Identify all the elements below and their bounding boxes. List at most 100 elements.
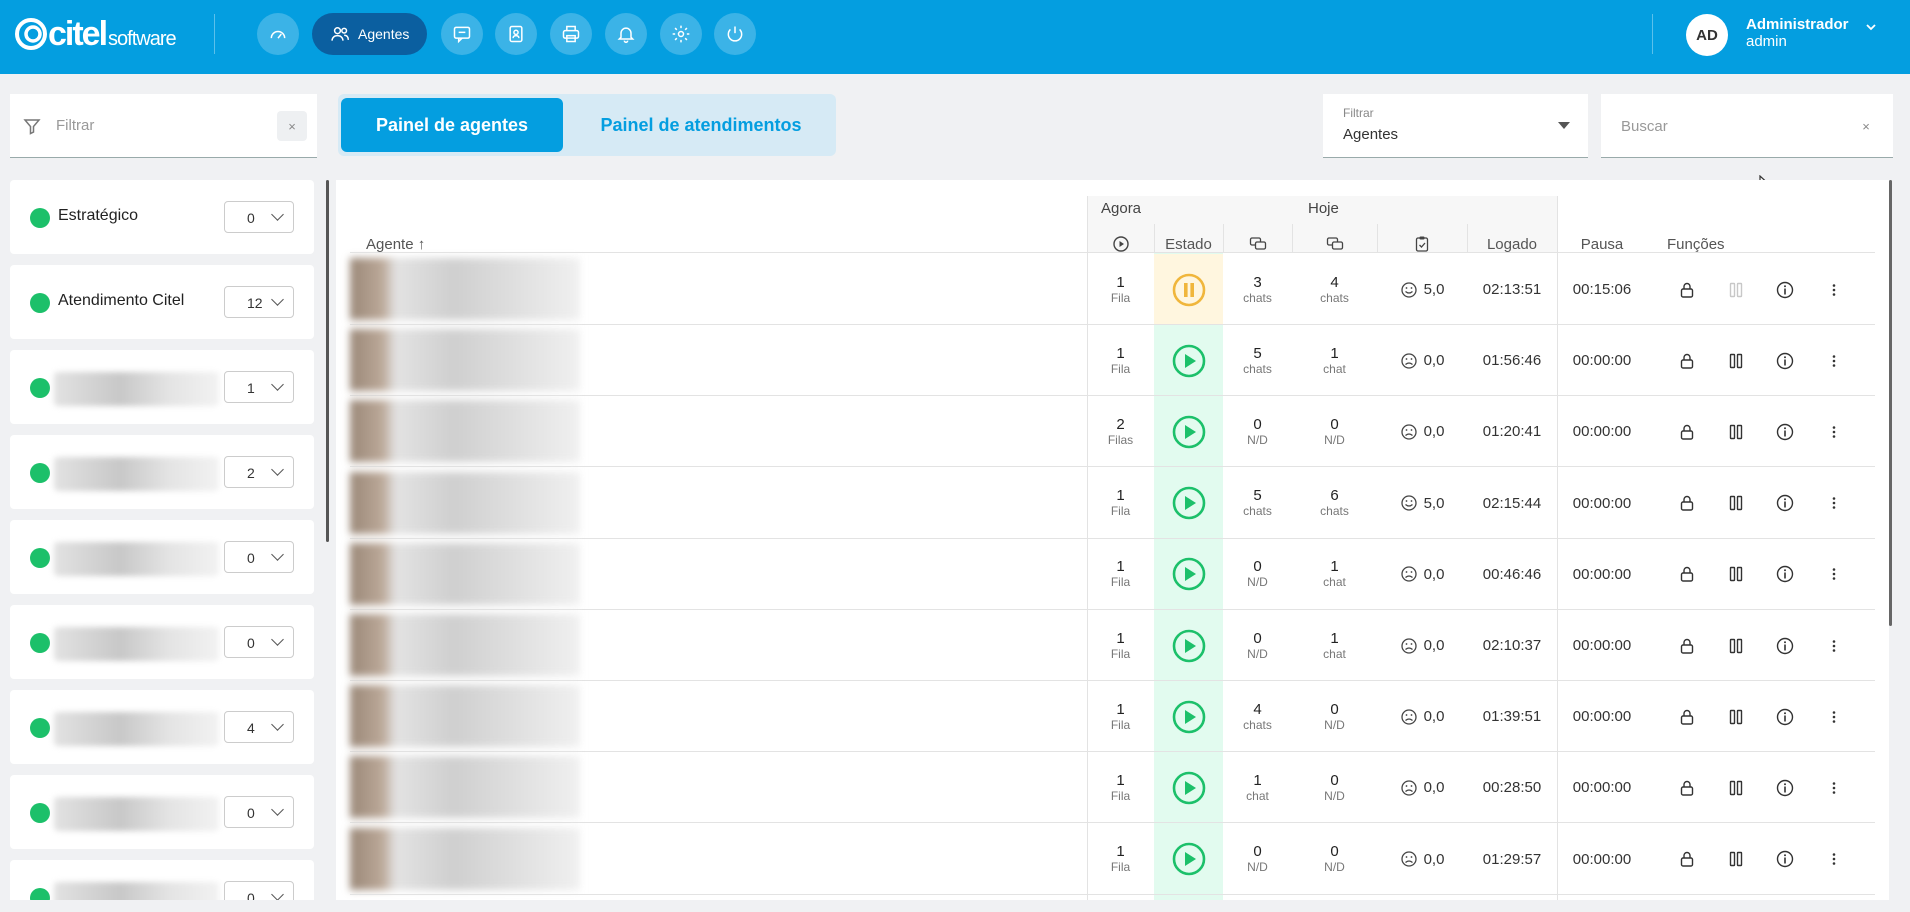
queue-count-select[interactable]: 0 — [224, 626, 294, 658]
column-header-chats-today[interactable] — [1292, 232, 1377, 256]
agent-info-button[interactable] — [1765, 539, 1805, 610]
queue-count-select[interactable]: 0 — [224, 881, 294, 900]
state-button[interactable] — [1154, 468, 1223, 539]
queue-count-select[interactable]: 0 — [224, 541, 294, 573]
nav-notifications-button[interactable] — [605, 13, 647, 55]
queue-count-select[interactable]: 0 — [224, 201, 294, 233]
table-scrollbar[interactable] — [1889, 180, 1892, 626]
tab-agents-panel[interactable]: Painel de agentes — [341, 98, 563, 152]
agent-more-button[interactable] — [1814, 325, 1854, 396]
queue-count-select[interactable]: 0 — [224, 796, 294, 828]
queue-card[interactable]: 0 — [10, 775, 314, 849]
table-row[interactable]: 1 Fila 5 chats 6 chats 5,0 02:15:44 00:00:00 — [336, 468, 1889, 539]
pause-agent-button[interactable] — [1716, 539, 1756, 610]
state-button[interactable] — [1154, 824, 1223, 895]
user-name[interactable]: Administrador — [1746, 16, 1849, 33]
pause-agent-button[interactable] — [1716, 752, 1756, 823]
agent-more-button[interactable] — [1814, 254, 1854, 325]
agent-more-button[interactable] — [1814, 610, 1854, 681]
column-header-queues[interactable] — [1087, 232, 1154, 256]
agent-more-button[interactable] — [1814, 396, 1854, 467]
lock-agent-button[interactable] — [1667, 681, 1707, 752]
agent-info-button[interactable] — [1765, 396, 1805, 467]
nav-settings-button[interactable] — [660, 13, 702, 55]
state-button[interactable] — [1154, 681, 1223, 752]
column-header-state[interactable]: Estado — [1154, 232, 1223, 256]
column-header-chats-now[interactable] — [1223, 232, 1292, 256]
agent-more-button[interactable] — [1814, 824, 1854, 895]
agent-info-button[interactable] — [1765, 468, 1805, 539]
agent-more-button[interactable] — [1814, 681, 1854, 752]
chevron-down-icon[interactable] — [1864, 20, 1878, 34]
table-row[interactable]: 1 Fila 0 N/D 1 chat 0,0 00:46:46 00:00:00 — [336, 539, 1889, 610]
nav-chat-button[interactable] — [441, 13, 483, 55]
agent-info-button[interactable] — [1765, 752, 1805, 823]
lock-agent-button[interactable] — [1667, 254, 1707, 325]
pause-agent-button[interactable] — [1716, 254, 1756, 325]
filter-select[interactable]: Filtrar Agentes — [1323, 94, 1588, 158]
clear-filter-button[interactable]: × — [277, 111, 307, 141]
table-row[interactable]: 1 Fila 5 chats 1 chat 0,0 01:56:46 00:00:00 — [336, 325, 1889, 397]
pause-agent-button[interactable] — [1716, 824, 1756, 895]
lock-agent-button[interactable] — [1667, 325, 1707, 396]
agent-more-button[interactable] — [1814, 752, 1854, 823]
queue-list-scrollbar[interactable] — [326, 180, 329, 542]
lock-agent-button[interactable] — [1667, 468, 1707, 539]
column-header-logged[interactable]: Logado — [1467, 232, 1557, 256]
citel-logo[interactable]: citel software — [14, 14, 177, 54]
table-row[interactable]: 1 Fila 0 N/D 0 N/D 0,0 01:29:57 00:00:00 — [336, 824, 1889, 895]
queue-card[interactable]: 1 — [10, 350, 314, 424]
agent-more-button[interactable] — [1814, 468, 1854, 539]
column-header-pause[interactable]: Pausa — [1557, 232, 1647, 256]
tab-attendances-panel[interactable]: Painel de atendimentos — [570, 98, 832, 152]
agent-info-button[interactable] — [1765, 254, 1805, 325]
pause-agent-button[interactable] — [1716, 610, 1756, 681]
queue-filter-field[interactable]: Filtrar × — [10, 94, 317, 158]
agent-more-button[interactable] — [1814, 539, 1854, 610]
state-button[interactable] — [1154, 325, 1223, 396]
state-button[interactable] — [1154, 539, 1223, 610]
queue-card[interactable]: 0 — [10, 605, 314, 679]
nav-agents-button[interactable]: Agentes — [312, 13, 428, 55]
state-button[interactable] — [1154, 752, 1223, 823]
queue-card[interactable]: 0 — [10, 860, 314, 900]
agent-info-button[interactable] — [1765, 610, 1805, 681]
lock-agent-button[interactable] — [1667, 610, 1707, 681]
nav-logout-button[interactable] — [714, 13, 756, 55]
pause-agent-button[interactable] — [1716, 325, 1756, 396]
state-button[interactable] — [1154, 396, 1223, 467]
lock-agent-button[interactable] — [1667, 396, 1707, 467]
search-field[interactable]: Buscar × — [1601, 94, 1893, 158]
table-row[interactable]: 2 Filas 0 N/D 0 N/D 0,0 01:20:41 00:00:00 — [336, 396, 1889, 468]
pause-agent-button[interactable] — [1716, 468, 1756, 539]
pause-agent-button[interactable] — [1716, 396, 1756, 467]
user-avatar[interactable]: AD — [1686, 14, 1728, 56]
lock-agent-button[interactable] — [1667, 539, 1707, 610]
queue-card[interactable]: 0 — [10, 520, 314, 594]
queue-count-select[interactable]: 4 — [224, 711, 294, 743]
table-row[interactable]: 1 Fila 1 chat 0 N/D 0,0 00:28:50 00:00:00 — [336, 752, 1889, 824]
queue-count-select[interactable]: 12 — [224, 286, 294, 318]
queue-card[interactable]: 4 — [10, 690, 314, 764]
clear-search-button[interactable]: × — [1851, 111, 1881, 141]
queue-card[interactable]: 2 — [10, 435, 314, 509]
table-row[interactable]: 1 Fila 4 chats 0 N/D 0,0 01:39:51 00:00:00 — [336, 681, 1889, 753]
nav-contacts-button[interactable] — [495, 13, 537, 55]
nav-dashboard-button[interactable] — [257, 13, 299, 55]
nav-print-button[interactable] — [550, 13, 592, 55]
table-row[interactable]: 1 Fila 3 chats 4 chats 5,0 02:13:51 00:15:06 — [336, 254, 1889, 325]
queue-count-select[interactable]: 2 — [224, 456, 294, 488]
agent-info-button[interactable] — [1765, 325, 1805, 396]
agent-info-button[interactable] — [1765, 824, 1805, 895]
state-button[interactable] — [1154, 254, 1223, 325]
state-button[interactable] — [1154, 610, 1223, 681]
queue-card[interactable]: Estratégico 0 — [10, 180, 314, 254]
column-header-agent[interactable]: Agente ↑ — [366, 232, 425, 256]
column-header-rating[interactable] — [1377, 232, 1467, 256]
queue-card[interactable]: Atendimento Citel 12 — [10, 265, 314, 339]
pause-agent-button[interactable] — [1716, 681, 1756, 752]
lock-agent-button[interactable] — [1667, 752, 1707, 823]
table-row[interactable]: 1 Fila 0 N/D 1 chat 0,0 02:10:37 00:00:00 — [336, 610, 1889, 681]
lock-agent-button[interactable] — [1667, 824, 1707, 895]
agent-info-button[interactable] — [1765, 681, 1805, 752]
